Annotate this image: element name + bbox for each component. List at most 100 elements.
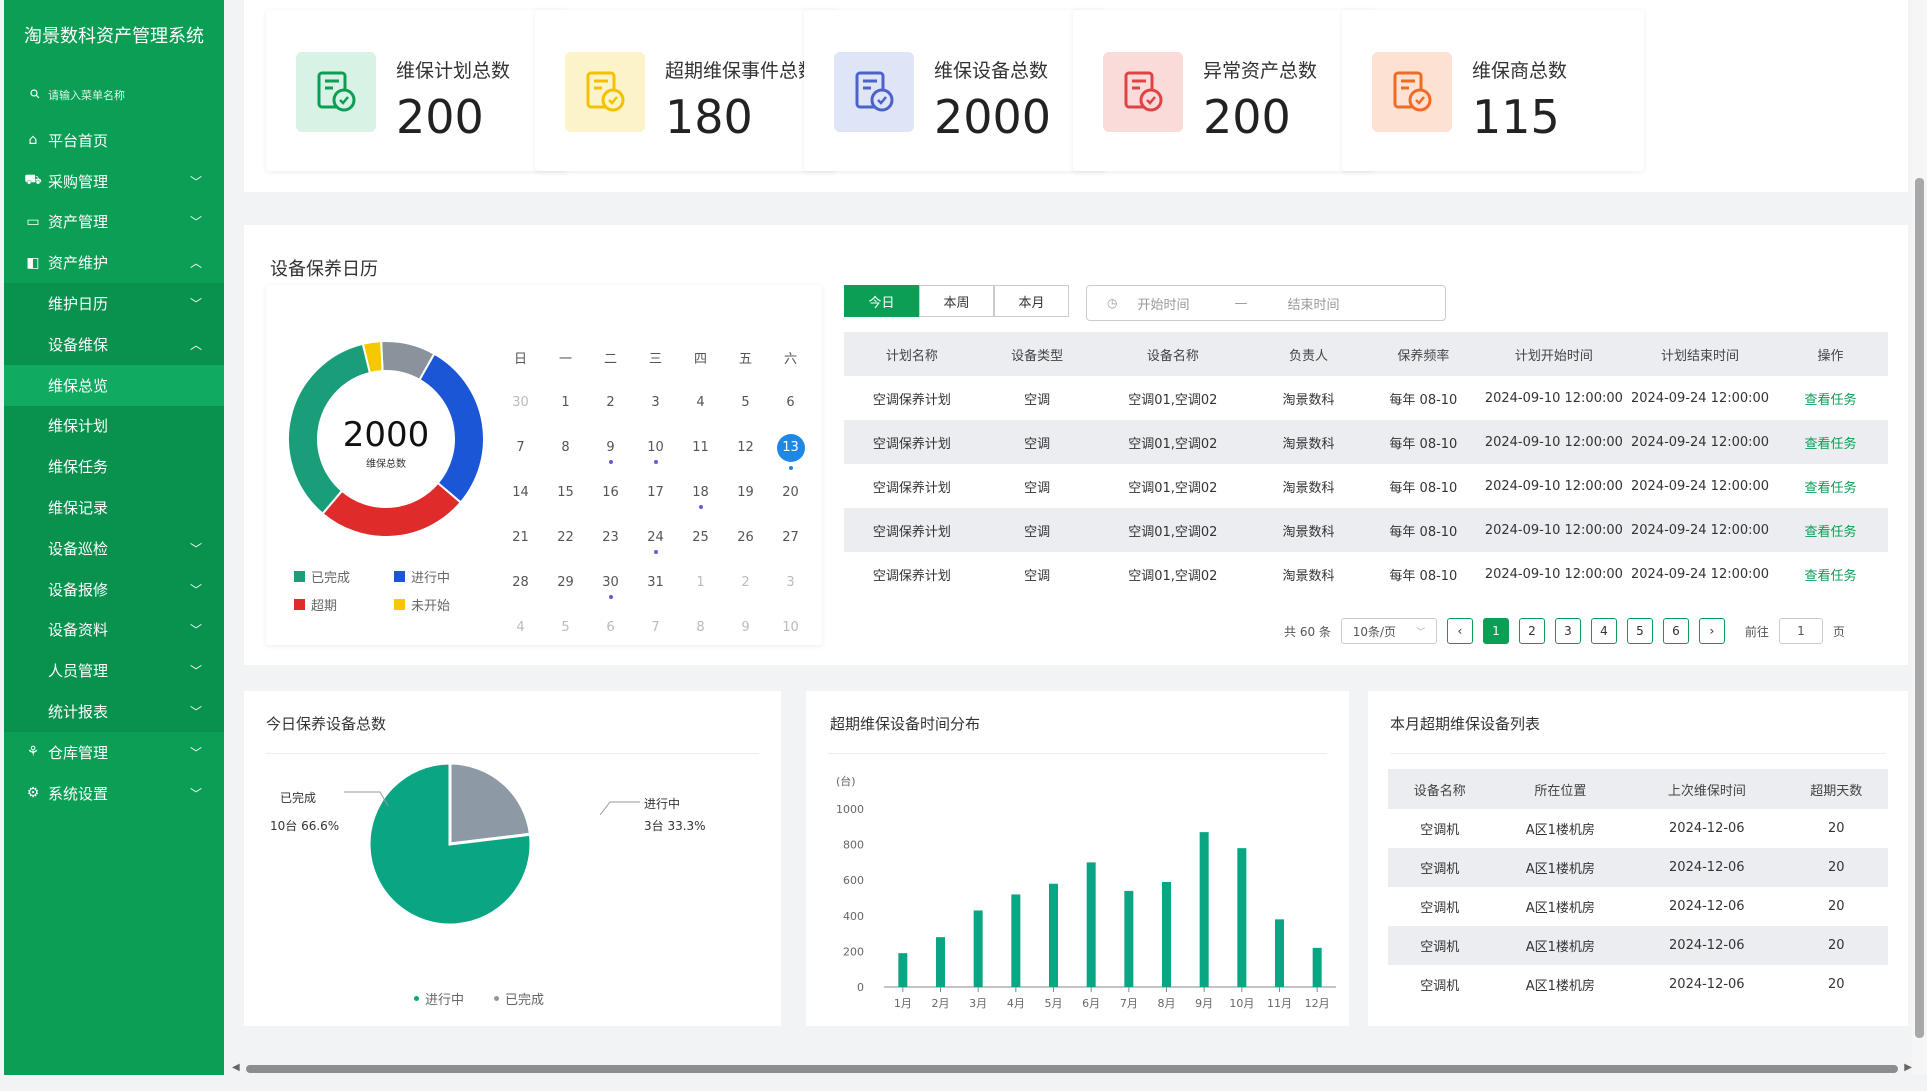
calendar-day[interactable]: 11 <box>678 440 723 455</box>
page-button[interactable]: 6 <box>1662 618 1689 644</box>
view-task-link[interactable]: 查看任务 <box>1773 552 1888 596</box>
calendar-day[interactable]: 2 <box>723 575 768 590</box>
calendar-day[interactable]: 2 <box>588 395 633 410</box>
calendar-day[interactable]: 30 <box>588 575 633 599</box>
table-row: 空调机 A区1楼机房 2024-12-06 20 <box>1388 809 1888 848</box>
calendar-day[interactable]: 28 <box>498 575 543 590</box>
calendar-day[interactable]: 23 <box>588 530 633 545</box>
calendar-day[interactable]: 10 <box>768 620 813 635</box>
calendar-day[interactable]: 17 <box>633 485 678 500</box>
calendar-day[interactable]: 22 <box>543 530 588 545</box>
scrollbar-thumb[interactable] <box>1915 178 1924 1038</box>
sidebar-item[interactable]: 设备维保 ︿ <box>4 323 224 365</box>
sidebar-item[interactable]: 设备资料 ﹀ <box>4 609 224 651</box>
stat-card[interactable]: 维保商总数 115 <box>1342 10 1644 171</box>
end-date-input[interactable]: 结束时间 <box>1288 294 1340 313</box>
calendar-day[interactable]: 6 <box>768 395 813 410</box>
period-tab[interactable]: 本周 <box>919 285 994 317</box>
calendar-day[interactable]: 31 <box>633 575 678 590</box>
calendar-day[interactable]: 30 <box>498 395 543 410</box>
sidebar-item[interactable]: ⛟ 采购管理 ﹀ <box>4 161 224 202</box>
view-task-link[interactable]: 查看任务 <box>1773 464 1888 508</box>
horizontal-scrollbar[interactable]: ◀ ▶ <box>232 1062 1912 1076</box>
page-button[interactable]: 2 <box>1518 618 1545 644</box>
calendar-day[interactable]: 3 <box>633 395 678 410</box>
next-page-button[interactable]: › <box>1698 618 1725 644</box>
search-input[interactable]: 请输入菜单名称 <box>48 87 125 103</box>
vertical-scrollbar[interactable] <box>1912 0 1927 1075</box>
calendar-day[interactable]: 25 <box>678 530 723 545</box>
calendar-day[interactable]: 19 <box>723 485 768 500</box>
period-tab[interactable]: 本月 <box>994 285 1069 317</box>
page-size-select[interactable]: 10条/页 ﹀ <box>1340 618 1437 644</box>
calendar-day[interactable]: 21 <box>498 530 543 545</box>
calendar-day[interactable]: 1 <box>543 395 588 410</box>
table-cell: 淘景数科 <box>1282 568 1335 584</box>
sidebar-item[interactable]: 维护日历 ﹀ <box>4 283 224 324</box>
prev-page-button[interactable]: ‹ <box>1446 618 1473 644</box>
calendar-day[interactable]: 4 <box>498 620 543 635</box>
calendar-day[interactable]: 29 <box>543 575 588 590</box>
sidebar-item[interactable]: ⚙ 系统设置 ﹀ <box>4 773 224 814</box>
sidebar-item[interactable]: 人员管理 ﹀ <box>4 650 224 692</box>
stat-card[interactable]: 维保设备总数 2000 <box>804 10 1106 171</box>
view-task-link[interactable]: 查看任务 <box>1773 376 1888 420</box>
calendar-day[interactable]: 18 <box>678 485 723 509</box>
calendar-day[interactable]: 13 <box>768 433 813 470</box>
calendar-day[interactable]: 24 <box>633 530 678 554</box>
calendar-day[interactable]: 9 <box>723 620 768 635</box>
sidebar-item[interactable]: ▭ 资产管理 ﹀ <box>4 202 224 243</box>
calendar-day[interactable]: 15 <box>543 485 588 500</box>
scrollbar-thumb[interactable] <box>246 1065 1898 1073</box>
calendar-day[interactable]: 12 <box>723 440 768 455</box>
calendar-day[interactable]: 5 <box>723 395 768 410</box>
calendar-day[interactable]: 7 <box>633 620 678 635</box>
page-button[interactable]: 5 <box>1626 618 1653 644</box>
calendar-day[interactable]: 6 <box>588 620 633 635</box>
calendar-day[interactable]: 9 <box>588 440 633 464</box>
sidebar-item[interactable]: ⚘ 仓库管理 ﹀ <box>4 732 224 773</box>
calendar-day[interactable]: 14 <box>498 485 543 500</box>
sidebar-item[interactable]: 维保记录 <box>4 487 224 528</box>
sidebar-item[interactable]: 维保计划 <box>4 405 224 447</box>
stat-card[interactable]: 维保计划总数 200 <box>266 10 568 171</box>
calendar-day[interactable]: 8 <box>678 620 723 635</box>
page-unit: 页 <box>1832 624 1845 639</box>
calendar-day[interactable]: 8 <box>543 440 588 455</box>
menu-search[interactable]: 请输入菜单名称 <box>4 70 224 120</box>
stat-value: 180 <box>665 90 753 144</box>
calendar-day[interactable]: 5 <box>543 620 588 635</box>
calendar-day[interactable]: 7 <box>498 440 543 455</box>
table-cell: 20 <box>1827 899 1845 914</box>
x-tick-label: 5月 <box>1045 997 1063 1010</box>
page-button[interactable]: 3 <box>1554 618 1581 644</box>
date-range-picker[interactable]: ◷ 开始时间 — 结束时间 <box>1086 285 1446 321</box>
panel-title: 设备保养日历 <box>270 259 378 280</box>
calendar-day[interactable]: 16 <box>588 485 633 500</box>
stat-card[interactable]: 异常资产总数 200 <box>1073 10 1375 171</box>
calendar-day[interactable]: 10 <box>633 440 678 464</box>
goto-page-input[interactable]: 1 <box>1778 618 1823 644</box>
chevron-up-icon: ︿ <box>189 256 202 271</box>
sidebar-item[interactable]: ⌂ 平台首页 <box>4 120 224 161</box>
sidebar-item[interactable]: 统计报表 ﹀ <box>4 691 224 732</box>
sidebar-item[interactable]: 维保总览 <box>4 364 224 406</box>
period-tab[interactable]: 今日 <box>844 285 919 317</box>
sidebar-item[interactable]: ◧ 资产维护 ︿ <box>4 242 224 283</box>
stat-card[interactable]: 超期维保事件总数 180 <box>535 10 837 171</box>
page-button[interactable]: 4 <box>1590 618 1617 644</box>
sidebar-item[interactable]: 设备巡检 ﹀ <box>4 527 224 569</box>
view-task-link[interactable]: 查看任务 <box>1773 420 1888 464</box>
calendar-day[interactable]: 1 <box>678 575 723 590</box>
sidebar-item[interactable]: 维保任务 <box>4 446 224 488</box>
calendar-day[interactable]: 27 <box>768 530 813 545</box>
calendar-day[interactable]: 26 <box>723 530 768 545</box>
page-button[interactable]: 1 <box>1482 618 1509 644</box>
sidebar-item[interactable]: 设备报修 ﹀ <box>4 568 224 610</box>
table-cell: 空调01,空调02 <box>1128 480 1218 496</box>
calendar-day[interactable]: 4 <box>678 395 723 410</box>
view-task-link[interactable]: 查看任务 <box>1773 508 1888 552</box>
start-date-input[interactable]: 开始时间 <box>1137 294 1189 313</box>
calendar-day[interactable]: 3 <box>768 575 813 590</box>
calendar-day[interactable]: 20 <box>768 485 813 500</box>
